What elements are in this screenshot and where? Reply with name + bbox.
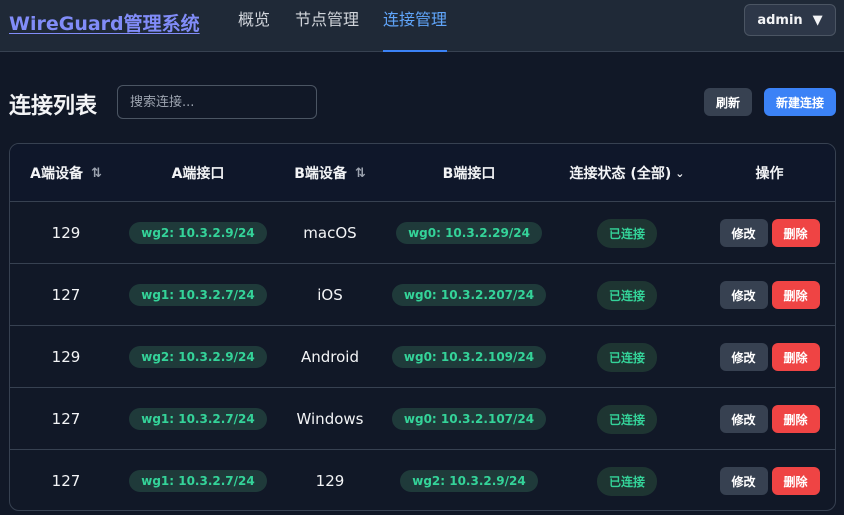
iface-badge: wg1: 10.3.2.7/24 — [129, 470, 267, 492]
header-a-iface: A端接口 — [171, 166, 225, 182]
delete-button[interactable]: 删除 — [771, 281, 820, 309]
cell-b-iface: wg0: 10.3.2.107/24 — [386, 388, 552, 450]
iface-badge: wg1: 10.3.2.7/24 — [129, 284, 267, 306]
cell-a-iface: wg1: 10.3.2.7/24 — [122, 450, 274, 510]
sort-icon[interactable]: ⇅ — [355, 166, 366, 181]
cell-b-iface: wg0: 10.3.2.29/24 — [386, 202, 552, 264]
cell-status: 已连接 — [552, 450, 702, 510]
iface-badge: wg2: 10.3.2.9/24 — [400, 470, 538, 492]
cell-b-device: 129 — [315, 472, 345, 490]
refresh-button[interactable]: 刷新 — [704, 88, 752, 116]
cell-a-iface: wg2: 10.3.2.9/24 — [122, 202, 274, 264]
app-title-link[interactable]: WireGuard管理系统 — [9, 9, 200, 36]
cell-actions: 修改 删除 — [702, 326, 835, 388]
cell-status: 已连接 — [552, 264, 702, 326]
table-row: 129 wg2: 10.3.2.9/24 macOS wg0: 10.3.2.2… — [10, 202, 835, 264]
edit-button[interactable]: 修改 — [719, 467, 768, 495]
status-badge: 已连接 — [596, 404, 657, 434]
cell-status: 已连接 — [552, 202, 702, 264]
nav-nodes[interactable]: 节点管理 — [295, 10, 359, 52]
cell-actions: 修改 删除 — [702, 388, 835, 450]
iface-badge: wg2: 10.3.2.9/24 — [129, 346, 267, 368]
cell-b-iface: wg0: 10.3.2.207/24 — [386, 264, 552, 326]
table-row: 127 wg1: 10.3.2.7/24 129 wg2: 10.3.2.9/2… — [10, 450, 835, 510]
cell-a-device: 127 — [51, 472, 81, 490]
edit-button[interactable]: 修改 — [719, 219, 768, 247]
chevron-down-icon: ⌄ — [675, 166, 685, 180]
cell-actions: 修改 删除 — [702, 202, 835, 264]
header-a-device[interactable]: A端设备 ⇅ — [10, 144, 122, 202]
page-title: 连接列表 — [9, 94, 98, 119]
delete-button[interactable]: 删除 — [771, 467, 820, 495]
table-row: 129 wg2: 10.3.2.9/24 Android wg0: 10.3.2… — [10, 326, 835, 388]
cell-b-device: macOS — [303, 224, 357, 242]
edit-button[interactable]: 修改 — [719, 281, 768, 309]
status-badge: 已连接 — [596, 280, 657, 310]
cell-a-iface: wg1: 10.3.2.7/24 — [122, 264, 274, 326]
connections-table: A端设备 ⇅ A端接口 B端设备 ⇅ B端接口 连接状态 (全部) ⌄ 操作 1… — [9, 143, 836, 511]
cell-status: 已连接 — [552, 388, 702, 450]
table-row: 127 wg1: 10.3.2.7/24 iOS wg0: 10.3.2.207… — [10, 264, 835, 326]
cell-status: 已连接 — [552, 326, 702, 388]
search-input[interactable] — [117, 85, 317, 119]
header-b-iface: B端接口 — [442, 166, 496, 182]
table-row: 127 wg1: 10.3.2.7/24 Windows wg0: 10.3.2… — [10, 388, 835, 450]
status-filter-dropdown[interactable]: 连接状态 (全部) ⌄ — [552, 144, 702, 202]
cell-b-device: Android — [301, 348, 359, 366]
cell-b-device: Windows — [296, 410, 364, 428]
iface-badge: wg0: 10.3.2.29/24 — [396, 222, 542, 244]
delete-button[interactable]: 删除 — [771, 219, 820, 247]
iface-badge: wg2: 10.3.2.9/24 — [129, 222, 267, 244]
table-header: A端设备 ⇅ A端接口 B端设备 ⇅ B端接口 连接状态 (全部) ⌄ 操作 — [10, 144, 835, 202]
nav-overview[interactable]: 概览 — [238, 10, 270, 52]
cell-a-device: 129 — [51, 224, 81, 242]
cell-a-device: 127 — [51, 410, 81, 428]
header-b-device[interactable]: B端设备 ⇅ — [274, 144, 386, 202]
iface-badge: wg0: 10.3.2.107/24 — [391, 408, 547, 430]
status-badge: 已连接 — [596, 218, 657, 248]
cell-a-iface: wg1: 10.3.2.7/24 — [122, 388, 274, 450]
status-badge: 已连接 — [596, 466, 657, 496]
nav-connections[interactable]: 连接管理 — [383, 10, 448, 52]
delete-button[interactable]: 删除 — [771, 343, 820, 371]
top-navbar: WireGuard管理系统 概览 节点管理 连接管理 admin ▼ — [0, 0, 844, 52]
cell-b-iface: wg0: 10.3.2.109/24 — [386, 326, 552, 388]
caret-down-icon: ▼ — [812, 12, 823, 28]
sort-icon[interactable]: ⇅ — [91, 166, 102, 181]
delete-button[interactable]: 删除 — [771, 405, 820, 433]
cell-actions: 修改 删除 — [702, 264, 835, 326]
edit-button[interactable]: 修改 — [719, 405, 768, 433]
cell-a-device: 127 — [51, 286, 81, 304]
user-menu-button[interactable]: admin ▼ — [744, 4, 836, 36]
header-actions: 操作 — [755, 166, 784, 182]
edit-button[interactable]: 修改 — [719, 343, 768, 371]
cell-a-device: 129 — [51, 348, 81, 366]
cell-b-iface: wg2: 10.3.2.9/24 — [386, 450, 552, 510]
cell-actions: 修改 删除 — [702, 450, 835, 510]
iface-badge: wg0: 10.3.2.207/24 — [391, 284, 547, 306]
iface-badge: wg0: 10.3.2.109/24 — [391, 346, 547, 368]
username: admin — [757, 12, 803, 28]
cell-b-device: iOS — [317, 286, 343, 304]
iface-badge: wg1: 10.3.2.7/24 — [129, 408, 267, 430]
cell-a-iface: wg2: 10.3.2.9/24 — [122, 326, 274, 388]
status-badge: 已连接 — [596, 342, 657, 372]
new-connection-button[interactable]: 新建连接 — [764, 88, 836, 116]
